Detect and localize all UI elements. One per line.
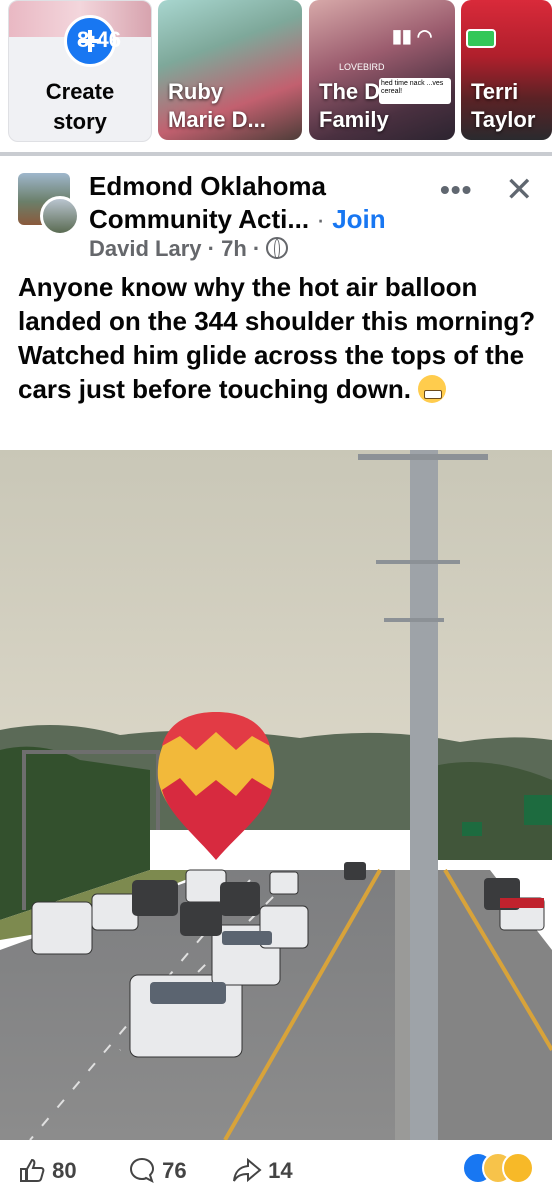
author-avatar[interactable] (40, 196, 80, 236)
post-caption: Anyone know why the hot air balloon land… (18, 272, 536, 404)
share-button[interactable]: 14 (232, 1156, 293, 1184)
highway-balloon-image (0, 450, 552, 1140)
post-actions: 80 76 14 (0, 1140, 552, 1200)
globe-icon (266, 237, 289, 259)
status-time: 8:46 (77, 27, 122, 52)
like-button[interactable]: 80 (18, 1156, 77, 1184)
post-photo[interactable] (0, 450, 552, 1140)
comment-icon (129, 1157, 155, 1183)
join-button[interactable]: Join (332, 204, 385, 234)
author-name[interactable]: David Lary (89, 236, 202, 261)
haha-reaction-icon (502, 1152, 534, 1184)
post-time[interactable]: 7h (221, 236, 247, 261)
share-icon (233, 1157, 262, 1183)
create-story-card[interactable]: 8:46 Create story (8, 0, 152, 142)
signal-wifi-icon: ▮▮ ◠ (392, 26, 433, 46)
group-title: Edmond Oklahoma Community Acti... · Join (89, 171, 386, 234)
group-name-link[interactable]: Edmond Oklahoma Community Acti... (89, 171, 326, 234)
story-card-ruby[interactable]: Ruby Marie D... (158, 0, 302, 140)
post-meta: David Lary · 7h · (89, 236, 289, 262)
battery-icon (466, 29, 496, 48)
story-overlay-brand: LOVEBIRD (339, 62, 385, 72)
comment-button[interactable]: 76 (128, 1156, 187, 1184)
story-name: Ruby Marie D... (168, 79, 266, 132)
close-icon[interactable]: ✕ (505, 170, 534, 210)
more-options-icon[interactable]: ••• (440, 174, 472, 206)
shares-count: 14 (268, 1158, 293, 1183)
story-card-terri[interactable]: Terri Taylor (461, 0, 552, 140)
story-card-the-deal[interactable]: LOVEBIRD The Deal Family (309, 0, 455, 140)
story-sticker: hed time nack ...ves cereal! (379, 78, 451, 104)
likes-count: 80 (52, 1158, 77, 1183)
story-name: Terri Taylor (471, 79, 536, 132)
post-header: Edmond Oklahoma Community Acti... · Join… (0, 156, 552, 450)
grimacing-face-icon (418, 375, 447, 403)
stories-row: 8:46 Create story Ruby Marie D... LOVEBI… (0, 0, 552, 150)
thumbs-up-icon (20, 1158, 45, 1182)
comments-count: 76 (162, 1158, 187, 1183)
create-story-label: Create story (45, 79, 115, 134)
